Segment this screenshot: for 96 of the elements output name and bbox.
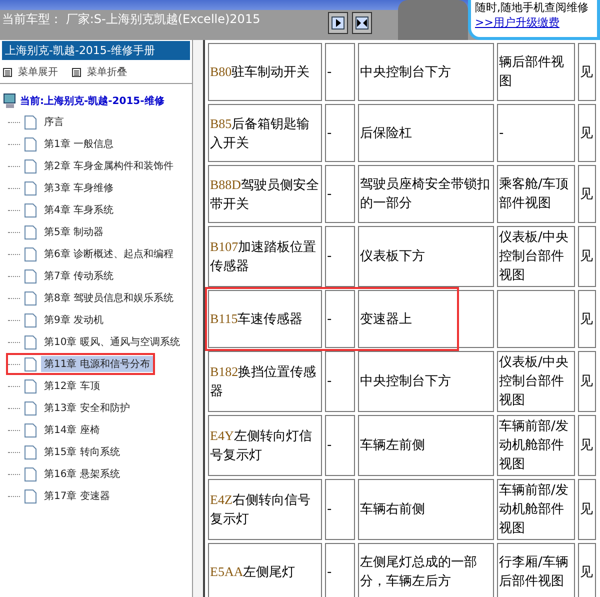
table-cell: 见 [578, 104, 596, 162]
tree-item[interactable]: 第12章 车顶 [41, 378, 103, 394]
page-icon [24, 312, 37, 328]
menu-link[interactable]: 菜单展开 [3, 65, 58, 79]
table-cell: B182换挡位置传感器 [208, 351, 322, 412]
tree-item[interactable]: 第16章 悬架系统 [41, 466, 123, 482]
ad-text: 随时,随地手机查阅维修 [475, 0, 590, 15]
table-cell: - [325, 43, 355, 101]
table-cell: - [497, 104, 575, 162]
tree-item[interactable]: 第17章 变速器 [41, 488, 113, 504]
page-icon [24, 180, 37, 196]
table-cell: - [325, 104, 355, 162]
page-icon [24, 136, 37, 152]
table-cell: 仪表板/中央控制台部件视图 [497, 351, 575, 412]
page-icon [24, 114, 37, 130]
table-cell: - [325, 165, 355, 223]
table-cell: 仪表板下方 [358, 226, 494, 287]
page-icon [24, 268, 37, 284]
table-cell: 仪表板/中央控制台部件视图 [497, 226, 575, 287]
table-cell: 变速器上 [358, 290, 494, 348]
menu-link[interactable]: 菜单折叠 [72, 65, 127, 79]
table-cell: 车辆前部/发动机舱部件视图 [497, 415, 575, 476]
manual-title: 上海别克-凯越-2015-维修手册 [2, 41, 190, 60]
table-cell: 见 [578, 290, 596, 348]
page-icon [24, 202, 37, 218]
tree-item[interactable]: 第2章 车身金属构件和装饰件 [41, 158, 177, 174]
tree-item[interactable]: 第1章 一般信息 [41, 136, 117, 152]
list-icon [3, 68, 12, 76]
table-cell: 车辆前部/发动机舱部件视图 [497, 479, 575, 540]
page-icon [24, 356, 37, 372]
table-cell: - [325, 543, 355, 597]
tree-item[interactable]: 第10章 暖风、通风与空调系统 [41, 334, 183, 350]
table-cell: 见 [578, 351, 596, 412]
table-cell: E5AA左侧尾灯 [208, 543, 322, 597]
expand-panel-button[interactable] [328, 12, 348, 34]
page-icon [24, 400, 37, 416]
car-model-title: 当前车型： 厂家:S-上海别克凯越(Excelle)2015 [1, 11, 262, 28]
tree-item[interactable]: 序言 [41, 114, 67, 130]
tree-item[interactable]: 第4章 车身系统 [41, 202, 117, 218]
page-icon [24, 466, 37, 482]
tree-item[interactable]: 第14章 座椅 [41, 422, 103, 438]
table-cell: 乘客舱/车顶部件视图 [497, 165, 575, 223]
arrows-inward-icon [355, 16, 369, 30]
table-cell: 中央控制台下方 [358, 351, 494, 412]
table-cell: - [325, 290, 355, 348]
table-cell: 见 [578, 415, 596, 476]
tree-item[interactable]: 第7章 传动系统 [41, 268, 117, 284]
table-cell: E4Y左侧转向灯信号复示灯 [208, 415, 322, 476]
table-cell: 车辆右前侧 [358, 479, 494, 540]
table-cell: 后保险杠 [358, 104, 494, 162]
mascot-placeholder [398, 0, 468, 40]
tree-item[interactable]: 第5章 制动器 [41, 224, 107, 240]
table-cell: 见 [578, 543, 596, 597]
table-cell: - [325, 226, 355, 287]
table-cell: - [325, 415, 355, 476]
page-icon [24, 488, 37, 504]
table-cell: E4Z右侧转向信号复示灯 [208, 479, 322, 540]
tree-item[interactable]: 第15章 转向系统 [41, 444, 123, 460]
computer-icon [3, 93, 17, 109]
list-icon [72, 68, 81, 76]
page-icon [24, 290, 37, 306]
tree-root-label[interactable]: 当前:上海别克-凯越-2015-维修 [20, 94, 164, 108]
table-cell: 左侧尾灯总成的一部分，车辆左后方 [358, 543, 494, 597]
splitter-bar[interactable] [192, 40, 205, 597]
collapse-panel-button[interactable] [352, 12, 372, 34]
page-icon [24, 246, 37, 262]
table-cell: 中央控制台下方 [358, 43, 494, 101]
table-cell: B80驻车制动开关 [208, 43, 322, 101]
table-cell: B85后备箱钥匙输入开关 [208, 104, 322, 162]
page-icon [24, 378, 37, 394]
page-icon [24, 422, 37, 438]
tree-item[interactable]: 第8章 驾驶员信息和娱乐系统 [41, 290, 177, 306]
table-cell: 车辆左前侧 [358, 415, 494, 476]
tree-item[interactable]: 第6章 诊断概述、起点和编程 [41, 246, 177, 262]
table-cell: 见 [578, 43, 596, 101]
upgrade-link[interactable]: >>用户升级缴费 [475, 15, 593, 30]
table-cell: - [325, 479, 355, 540]
table-cell: - [325, 351, 355, 412]
page-icon [24, 158, 37, 174]
table-cell: 见 [578, 226, 596, 287]
page-icon [24, 444, 37, 460]
tree-item[interactable]: 第13章 安全和防护 [41, 400, 133, 416]
tree-item[interactable]: 第3章 车身维修 [41, 180, 117, 196]
arrow-right-icon [331, 16, 345, 30]
table-cell: 见 [578, 479, 596, 540]
table-cell: B88D驾驶员侧安全带开关 [208, 165, 322, 223]
page-icon [24, 334, 37, 350]
tree-item[interactable]: 第9章 发动机 [41, 312, 107, 328]
table-cell: 辆后部件视图 [497, 43, 575, 101]
page-icon [24, 224, 37, 240]
table-cell: 行李厢/车辆后部件视图 [497, 543, 575, 597]
table-cell: B115车速传感器 [208, 290, 322, 348]
table-cell: B107加速踏板位置传感器 [208, 226, 322, 287]
tree-item[interactable]: 第11章 电源和信号分布 [41, 356, 153, 372]
table-cell: 驾驶员座椅安全带锁扣的一部分 [358, 165, 494, 223]
table-cell: 见 [578, 165, 596, 223]
